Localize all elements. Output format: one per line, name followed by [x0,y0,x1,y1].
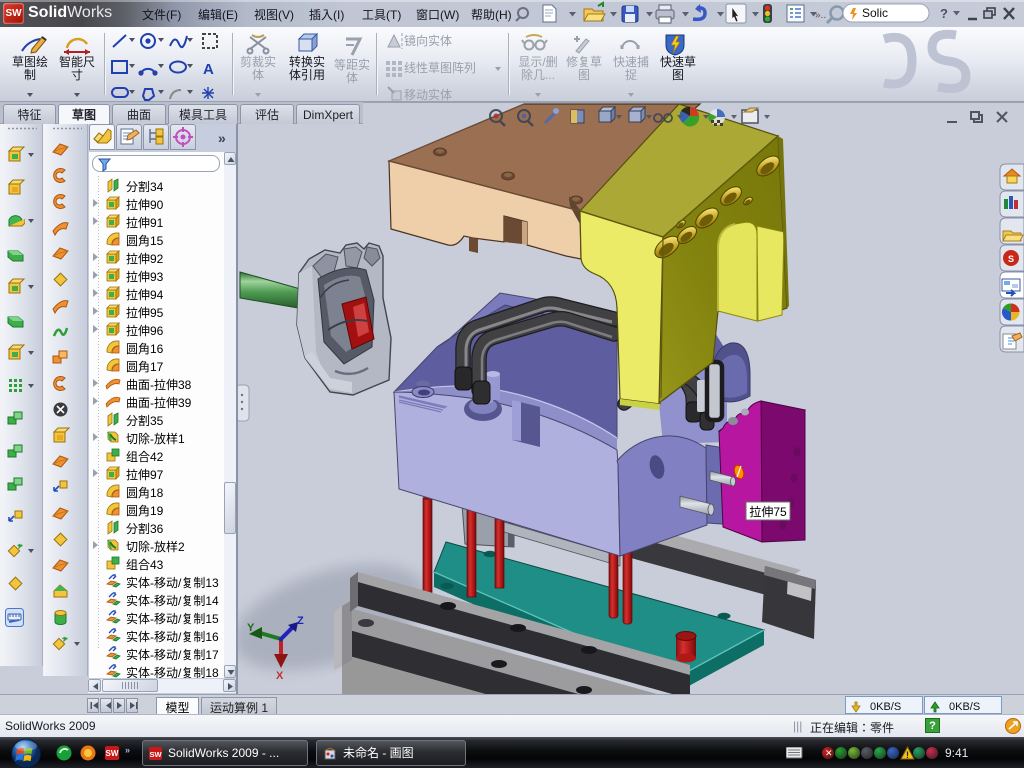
svg-text:Y: Y [247,622,255,634]
svg-text:拉伸75: 拉伸75 [749,505,787,519]
svg-text:Solic: Solic [862,6,888,20]
svg-text:!: ! [906,750,909,760]
svg-text:»..: ».. [815,10,826,21]
svg-text:»: » [125,745,130,755]
svg-text:X: X [276,670,284,682]
svg-text:SW: SW [149,750,162,759]
svg-text:?: ? [940,6,948,21]
svg-text:Z: Z [297,615,304,627]
svg-text:SW: SW [106,749,119,758]
svg-text:A: A [203,61,214,78]
svg-text:S: S [1008,254,1014,264]
